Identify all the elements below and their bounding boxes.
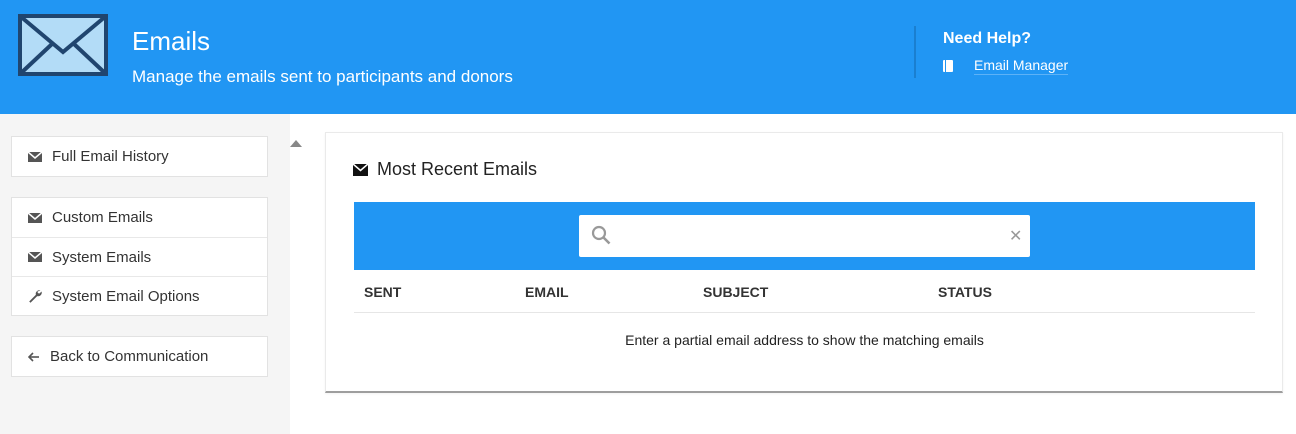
column-header-status[interactable]: STATUS bbox=[938, 284, 992, 300]
search-bar: ✕ bbox=[354, 202, 1255, 270]
envelope-icon bbox=[28, 211, 42, 223]
search-box: ✕ bbox=[579, 215, 1030, 257]
column-header-sent[interactable]: SENT bbox=[364, 284, 401, 300]
sidebar-group-emails: Custom Emails System Emails System Email… bbox=[11, 197, 268, 316]
empty-table-message: Enter a partial email address to show th… bbox=[625, 332, 984, 348]
email-search-input[interactable] bbox=[623, 221, 1003, 251]
sidebar-item-full-email-history[interactable]: Full Email History bbox=[12, 137, 267, 176]
sidebar-item-system-email-options[interactable]: System Email Options bbox=[12, 276, 267, 315]
sidebar-group-back: Back to Communication bbox=[11, 336, 268, 377]
envelope-icon bbox=[353, 163, 368, 176]
sidebar-item-label: System Emails bbox=[52, 248, 152, 266]
clear-search-icon[interactable]: ✕ bbox=[1009, 226, 1022, 246]
help-link-label: Email Manager bbox=[974, 57, 1069, 75]
card-title-label: Most Recent Emails bbox=[377, 159, 538, 179]
email-manager-help-link[interactable]: Email Manager bbox=[943, 57, 1069, 75]
page-title: Emails bbox=[132, 26, 211, 56]
header-divider bbox=[914, 26, 916, 78]
envelope-logo-icon bbox=[18, 14, 108, 76]
most-recent-emails-card: Most Recent Emails ✕ SENT EMAIL SUBJECT … bbox=[325, 132, 1283, 393]
wrench-icon bbox=[29, 290, 42, 303]
sidebar-item-system-emails[interactable]: System Emails bbox=[12, 237, 267, 276]
card-title: Most Recent Emails bbox=[353, 159, 537, 180]
page-subtitle: Manage the emails sent to participants a… bbox=[132, 67, 513, 86]
book-icon bbox=[943, 60, 953, 72]
sidebar-item-label: Custom Emails bbox=[52, 209, 153, 226]
sidebar-group-history: Full Email History bbox=[11, 136, 268, 177]
help-title: Need Help? bbox=[943, 30, 1032, 47]
column-header-email[interactable]: EMAIL bbox=[525, 284, 569, 300]
envelope-icon bbox=[28, 251, 42, 262]
sidebar-item-label: Full Email History bbox=[52, 148, 169, 165]
sidebar-item-label: System Email Options bbox=[52, 287, 200, 305]
arrow-left-icon bbox=[28, 351, 39, 362]
sidebar-item-back-to-communication[interactable]: Back to Communication bbox=[12, 337, 267, 376]
envelope-icon bbox=[28, 150, 42, 162]
table-header: SENT EMAIL SUBJECT STATUS bbox=[354, 270, 1255, 313]
column-header-subject[interactable]: SUBJECT bbox=[703, 284, 768, 300]
page-header: Emails Manage the emails sent to partici… bbox=[0, 0, 1296, 114]
sidebar-item-label: Back to Communication bbox=[50, 348, 209, 365]
sidebar-item-custom-emails[interactable]: Custom Emails bbox=[12, 198, 267, 237]
search-icon bbox=[591, 225, 611, 245]
sidebar-scroll-up-button[interactable] bbox=[290, 140, 302, 147]
